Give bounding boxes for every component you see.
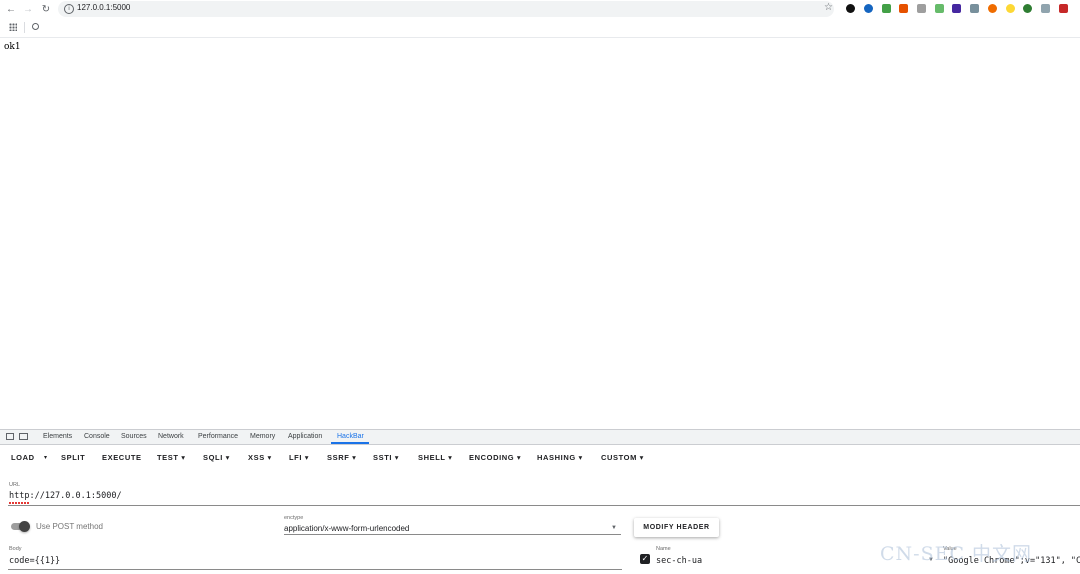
extension-icon[interactable] — [988, 4, 997, 13]
ssti-menu-label: SSTI — [373, 453, 393, 462]
devtools-panel: Elements Console Sources Network Perform… — [0, 429, 1080, 574]
active-tab-indicator — [331, 442, 369, 444]
extension-icon[interactable] — [1059, 4, 1068, 13]
extension-icon[interactable] — [1041, 4, 1050, 13]
custom-menu-label: CUSTOM — [601, 453, 637, 462]
tab-network[interactable]: Network — [158, 433, 184, 440]
post-toggle-switch[interactable] — [19, 521, 30, 532]
address-bar[interactable]: i 127.0.0.1:5000 ☆ — [58, 1, 834, 17]
chevron-down-icon: ▾ — [448, 453, 453, 462]
test-menu-button[interactable]: TEST ▾ — [157, 453, 186, 462]
spellcheck-underline — [9, 502, 29, 504]
header-name-label: Name — [656, 546, 671, 552]
extension-icon[interactable] — [846, 4, 855, 13]
tab-console[interactable]: Console — [84, 433, 110, 440]
devtools-tabbar: Elements Console Sources Network Perform… — [0, 430, 1080, 445]
extension-icon[interactable] — [1023, 4, 1032, 13]
load-dropdown-icon[interactable]: ▾ — [44, 454, 48, 461]
ssti-menu-button[interactable]: SSTI ▾ — [373, 453, 399, 462]
chevron-down-icon: ▾ — [225, 453, 230, 462]
split-button[interactable]: SPLIT — [61, 453, 85, 462]
extension-icon[interactable] — [882, 4, 891, 13]
body-field-label: Body — [9, 546, 22, 552]
inspect-element-icon[interactable] — [6, 433, 14, 440]
lfi-menu-button[interactable]: LFI ▾ — [289, 453, 309, 462]
globe-icon — [32, 23, 39, 30]
forward-arrow-icon[interactable]: → — [20, 1, 36, 17]
header-value-label: Value — [943, 546, 957, 552]
url-field-label: URL — [9, 482, 21, 488]
shell-menu-label: SHELL — [418, 453, 446, 462]
encoding-menu-button[interactable]: ENCODING ▾ — [469, 453, 521, 462]
hashing-menu-label: HASHING — [537, 453, 576, 462]
tab-sources[interactable]: Sources — [121, 433, 147, 440]
divider — [24, 22, 25, 33]
custom-menu-button[interactable]: CUSTOM ▾ — [601, 453, 644, 462]
extension-icon[interactable] — [935, 4, 944, 13]
sqli-menu-label: SQLI — [203, 453, 223, 462]
dropdown-arrow-icon[interactable]: ▼ — [928, 557, 934, 563]
chevron-down-icon: ▾ — [639, 453, 645, 462]
execute-button[interactable]: EXECUTE — [102, 453, 142, 462]
post-method-label: Use POST method — [36, 522, 103, 531]
tab-memory[interactable]: Memory — [250, 433, 275, 440]
device-toolbar-icon[interactable] — [19, 433, 28, 440]
header-name-input[interactable]: sec-ch-ua — [656, 556, 702, 566]
sqli-menu-button[interactable]: SQLI ▾ — [203, 453, 230, 462]
enctype-select[interactable]: application/x-www-form-urlencoded — [284, 524, 409, 533]
enctype-label: enctype — [284, 515, 304, 521]
encoding-menu-label: ENCODING — [469, 453, 515, 462]
ssrf-menu-label: SSRF — [327, 453, 350, 462]
bookmarks-bar — [0, 18, 1080, 38]
bookmark-star-icon[interactable]: ☆ — [824, 2, 833, 13]
extension-icon[interactable] — [1006, 4, 1015, 13]
test-menu-label: TEST — [157, 453, 179, 462]
header-value-input[interactable]: "Google Chrome";v="131", "Chromium";v="1… — [943, 556, 1080, 566]
extension-icon[interactable] — [864, 4, 873, 13]
header-enabled-checkbox[interactable]: ✓ — [640, 554, 650, 564]
page-body-text: ok1 — [4, 42, 21, 52]
chevron-down-icon: ▾ — [304, 453, 310, 462]
tab-hackbar[interactable]: HackBar — [337, 433, 364, 440]
load-button[interactable]: LOAD — [11, 453, 35, 462]
url-input[interactable]: http://127.0.0.1:5000/ — [9, 491, 122, 501]
enctype-underline — [284, 534, 621, 535]
site-info-icon[interactable]: i — [64, 4, 74, 14]
extension-icon[interactable] — [917, 4, 926, 13]
xss-menu-button[interactable]: XSS ▾ — [248, 453, 272, 462]
chevron-down-icon: ▾ — [352, 453, 357, 462]
chevron-down-icon: ▾ — [578, 453, 583, 462]
chevron-down-icon: ▾ — [394, 453, 400, 462]
tab-performance[interactable]: Performance — [198, 433, 238, 440]
body-input-underline — [8, 569, 622, 570]
extension-icon[interactable] — [952, 4, 961, 13]
xss-menu-label: XSS — [248, 453, 265, 462]
lfi-menu-label: LFI — [289, 453, 303, 462]
tab-elements[interactable]: Elements — [43, 433, 72, 440]
shell-menu-button[interactable]: SHELL ▾ — [418, 453, 453, 462]
back-arrow-icon[interactable]: ← — [3, 1, 19, 17]
reload-icon[interactable]: ↻ — [38, 1, 54, 17]
url-input-underline — [8, 505, 1080, 506]
ssrf-menu-button[interactable]: SSRF ▾ — [327, 453, 356, 462]
modify-header-button[interactable]: MODIFY HEADER — [634, 518, 719, 537]
tab-application[interactable]: Application — [288, 433, 322, 440]
chevron-down-icon: ▾ — [516, 453, 522, 462]
bookmark-item[interactable] — [32, 23, 42, 30]
chevron-down-icon: ▾ — [181, 453, 186, 462]
address-bar-url[interactable]: 127.0.0.1:5000 — [77, 3, 130, 12]
body-input[interactable]: code={{1}} — [9, 556, 60, 566]
apps-grid-icon[interactable] — [9, 23, 17, 31]
chevron-down-icon: ▾ — [267, 453, 272, 462]
dropdown-arrow-icon[interactable]: ▼ — [611, 525, 617, 531]
browser-toolbar: ← → ↻ i 127.0.0.1:5000 ☆ — [0, 0, 1080, 18]
hashing-menu-button[interactable]: HASHING ▾ — [537, 453, 583, 462]
extension-icon[interactable] — [899, 4, 908, 13]
extension-icon[interactable] — [970, 4, 979, 13]
